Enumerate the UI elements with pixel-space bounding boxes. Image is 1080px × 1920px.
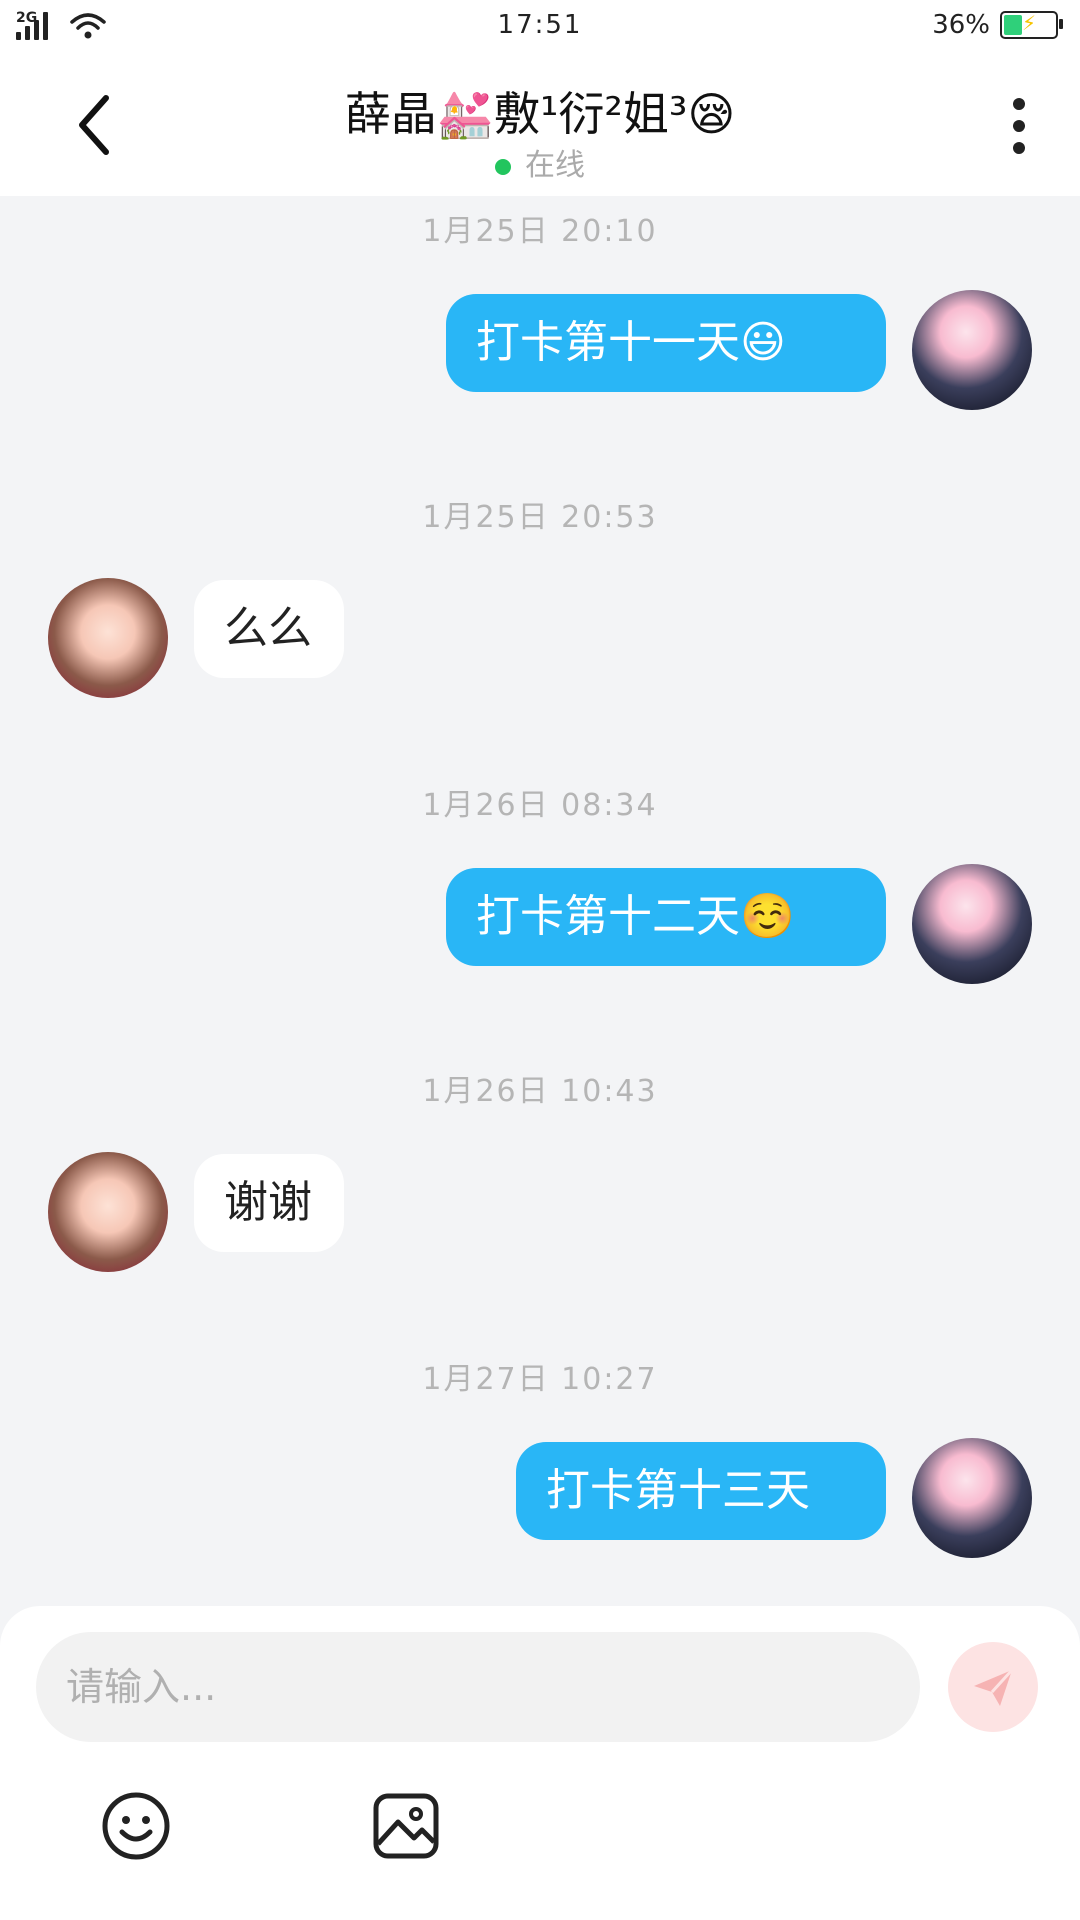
- message-timestamp: 1月25日 20:53: [422, 500, 658, 535]
- avatar-peer[interactable]: [48, 578, 168, 698]
- online-dot-icon: [495, 158, 511, 175]
- status-bar: 2G 17:51 36% ⚡: [0, 0, 1080, 54]
- image-icon[interactable]: [370, 1790, 442, 1862]
- incoming-message[interactable]: 么么: [194, 580, 344, 678]
- chat-title: 薛晶💒敷¹衍²姐³😪: [344, 87, 736, 141]
- status-right: 36% ⚡: [932, 10, 1063, 40]
- online-status: 在线: [0, 140, 1080, 184]
- avatar-self[interactable]: [912, 1438, 1032, 1558]
- emoji-icon[interactable]: [100, 1790, 172, 1862]
- avatar-self[interactable]: [912, 290, 1032, 410]
- online-status-label: 在线: [525, 148, 585, 183]
- send-icon: [974, 1668, 1014, 1706]
- avatar-self[interactable]: [912, 864, 1032, 984]
- clock: 17:51: [497, 10, 583, 40]
- more-vertical-icon[interactable]: [1012, 98, 1026, 154]
- top-area: 2G 17:51 36% ⚡ 薛晶💒敷¹衍²姐³😪 在线: [0, 0, 1080, 196]
- battery-percent: 36%: [932, 10, 990, 40]
- outgoing-message[interactable]: 打卡第十一天😃: [446, 294, 886, 392]
- message-timestamp: 1月26日 10:43: [422, 1074, 658, 1109]
- message-input[interactable]: [36, 1632, 920, 1742]
- outgoing-message[interactable]: 打卡第十二天☺️: [446, 868, 886, 966]
- message-list[interactable]: 1月25日 20:10 打卡第十一天😃 1月25日 20:53 么么 1月26日…: [0, 196, 1080, 1606]
- avatar-peer[interactable]: [48, 1152, 168, 1272]
- composer-panel: [0, 1606, 1080, 1920]
- message-timestamp: 1月27日 10:27: [422, 1362, 658, 1397]
- outgoing-message[interactable]: 打卡第十三天: [516, 1442, 886, 1540]
- battery-icon: ⚡: [1000, 11, 1063, 39]
- message-timestamp: 1月26日 08:34: [422, 788, 658, 823]
- incoming-message[interactable]: 谢谢: [194, 1154, 344, 1252]
- send-button[interactable]: [948, 1642, 1038, 1732]
- message-timestamp: 1月25日 20:10: [422, 214, 658, 249]
